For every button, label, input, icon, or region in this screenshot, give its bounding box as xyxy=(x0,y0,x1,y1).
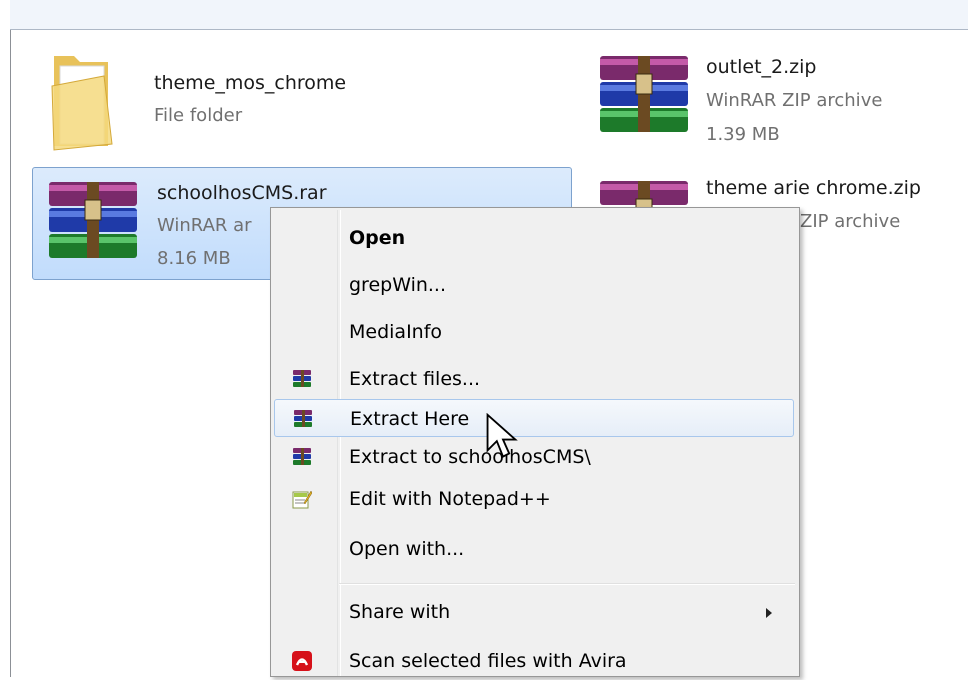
folder-icon xyxy=(51,56,113,151)
explorer-top-bar xyxy=(10,0,968,30)
file-name: theme_mos_chrome xyxy=(154,72,347,94)
winrar-archive-icon xyxy=(600,56,688,132)
menu-item-edit-notepad-plus-plus[interactable]: Edit with Notepad++ xyxy=(274,480,794,518)
file-type: File folder xyxy=(154,105,243,126)
menu-item-scan-avira[interactable]: Scan selected files with Avira xyxy=(274,642,794,680)
file-type: WinRAR ZIP archive xyxy=(706,90,883,111)
menu-item-open[interactable]: Open xyxy=(274,219,794,257)
file-name: theme arie chrome.zip xyxy=(706,177,921,199)
menu-item-label: Scan selected files with Avira xyxy=(349,650,627,672)
winrar-small-icon xyxy=(294,410,312,427)
menu-item-label: Edit with Notepad++ xyxy=(349,488,551,510)
file-type: ZIP archive xyxy=(800,211,901,232)
menu-item-extract-files[interactable]: Extract files... xyxy=(274,360,794,398)
file-size: 1.39 MB xyxy=(706,124,780,145)
menu-item-label: Extract to schoolhosCMS\ xyxy=(349,446,591,468)
mouse-pointer-icon xyxy=(486,413,518,458)
menu-item-open-with[interactable]: Open with... xyxy=(274,530,794,568)
menu-separator xyxy=(339,583,795,585)
menu-item-label: Open with... xyxy=(349,538,465,560)
context-menu: Open grepWin... MediaInfo Extract files.… xyxy=(270,207,800,677)
submenu-arrow-icon xyxy=(766,608,772,618)
winrar-small-icon xyxy=(293,370,311,387)
winrar-small-icon xyxy=(293,448,311,465)
file-type: WinRAR ar xyxy=(157,215,252,236)
avira-icon xyxy=(292,651,312,671)
winrar-archive-icon xyxy=(49,182,137,258)
file-item-theme-mos-chrome[interactable]: theme_mos_chrome File folder xyxy=(40,42,380,157)
menu-item-share-with[interactable]: Share with xyxy=(274,593,794,631)
file-size: 8.16 MB xyxy=(157,248,231,269)
file-name: schoolhosCMS.rar xyxy=(157,182,327,204)
menu-item-extract-here[interactable]: Extract Here xyxy=(274,399,794,437)
menu-item-label: Extract files... xyxy=(349,368,481,390)
menu-item-label: Share with xyxy=(349,601,451,623)
file-item-outlet-2-zip[interactable]: outlet_2.zip WinRAR ZIP archive 1.39 MB xyxy=(590,42,960,157)
menu-item-mediainfo[interactable]: MediaInfo xyxy=(274,313,794,351)
notepad-plus-plus-icon xyxy=(292,490,312,509)
menu-item-extract-to[interactable]: Extract to schoolhosCMS\ xyxy=(274,438,794,476)
menu-item-label: grepWin... xyxy=(349,274,447,296)
menu-item-label: MediaInfo xyxy=(349,321,443,343)
menu-item-label: Extract Here xyxy=(350,408,470,430)
menu-item-grepwin[interactable]: grepWin... xyxy=(274,266,794,304)
file-name: outlet_2.zip xyxy=(706,56,817,78)
menu-item-label: Open xyxy=(349,227,406,249)
